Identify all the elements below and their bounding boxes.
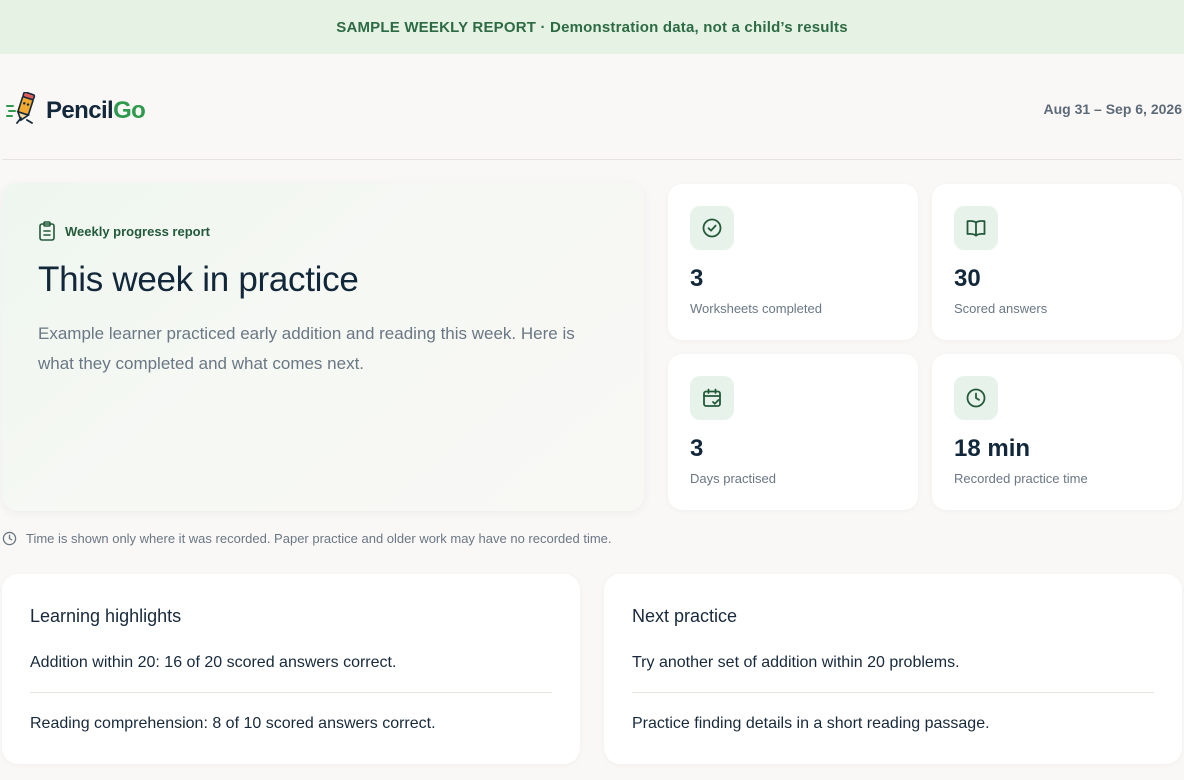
- hero-description: Example learner practiced early addition…: [38, 324, 575, 373]
- stat-card-scored-answers: 30 Scored answers: [932, 184, 1182, 340]
- stat-value: 30: [954, 265, 981, 292]
- calendar-check-icon: [690, 376, 734, 420]
- logo-wordmark-pencil: Pencil: [46, 96, 114, 124]
- stat-label: Scored answers: [954, 301, 1048, 316]
- report-date-range: Aug 31 – Sep 6, 2026: [1043, 101, 1182, 117]
- recorded-time-note: Time is shown only where it was recorded…: [2, 531, 612, 546]
- learning-highlights-panel: Learning highlights Addition within 20: …: [2, 574, 580, 764]
- stat-value: 18 min: [954, 435, 1031, 462]
- page-title: This week in practice: [38, 260, 359, 299]
- stat-card-worksheets: 3 Worksheets completed: [668, 184, 918, 340]
- open-book-icon: [954, 206, 998, 250]
- list-item: Practice finding details in a short read…: [632, 715, 990, 732]
- next-practice-title: Next practice: [632, 606, 738, 626]
- list-item: Try another set of addition within 20 pr…: [632, 654, 960, 671]
- report-eyebrow: Weekly progress report: [38, 221, 210, 241]
- stat-label: Recorded practice time: [954, 471, 1088, 486]
- stat-label: Worksheets completed: [690, 301, 822, 316]
- pencilgo-logo[interactable]: PencilGo: [6, 91, 146, 129]
- clock-icon: [2, 531, 17, 546]
- next-practice-panel: Next practice Try another set of additio…: [604, 574, 1182, 764]
- sample-report-banner: SAMPLE WEEKLY REPORT · Demonstration dat…: [0, 0, 1184, 54]
- hero-summary-card: Weekly progress report This week in prac…: [2, 183, 644, 511]
- logo-wordmark-go: Go: [113, 96, 146, 124]
- logo-wordmark: PencilGo: [46, 96, 146, 125]
- list-item: Reading comprehension: 8 of 10 scored an…: [30, 715, 436, 732]
- header-divider: [2, 159, 1182, 160]
- check-circle-icon: [690, 206, 734, 250]
- list-divider: [30, 692, 552, 693]
- stat-value: 3: [690, 435, 704, 462]
- banner-text: SAMPLE WEEKLY REPORT · Demonstration dat…: [336, 18, 848, 36]
- learning-highlights-title: Learning highlights: [30, 606, 182, 626]
- pencil-runner-logo-icon: [6, 91, 42, 129]
- stat-card-practice-time: 18 min Recorded practice time: [932, 354, 1182, 510]
- eyebrow-label: Weekly progress report: [65, 223, 210, 239]
- stat-label: Days practised: [690, 471, 776, 486]
- stat-value: 3: [690, 265, 704, 292]
- list-item: Addition within 20: 16 of 20 scored answ…: [30, 654, 397, 671]
- list-divider: [632, 692, 1154, 693]
- note-text: Time is shown only where it was recorded…: [26, 531, 612, 546]
- stat-card-days-practised: 3 Days practised: [668, 354, 918, 510]
- clock-icon: [954, 376, 998, 420]
- clipboard-icon: [39, 221, 55, 241]
- report-header: PencilGo Aug 31 – Sep 6, 2026: [0, 54, 1184, 160]
